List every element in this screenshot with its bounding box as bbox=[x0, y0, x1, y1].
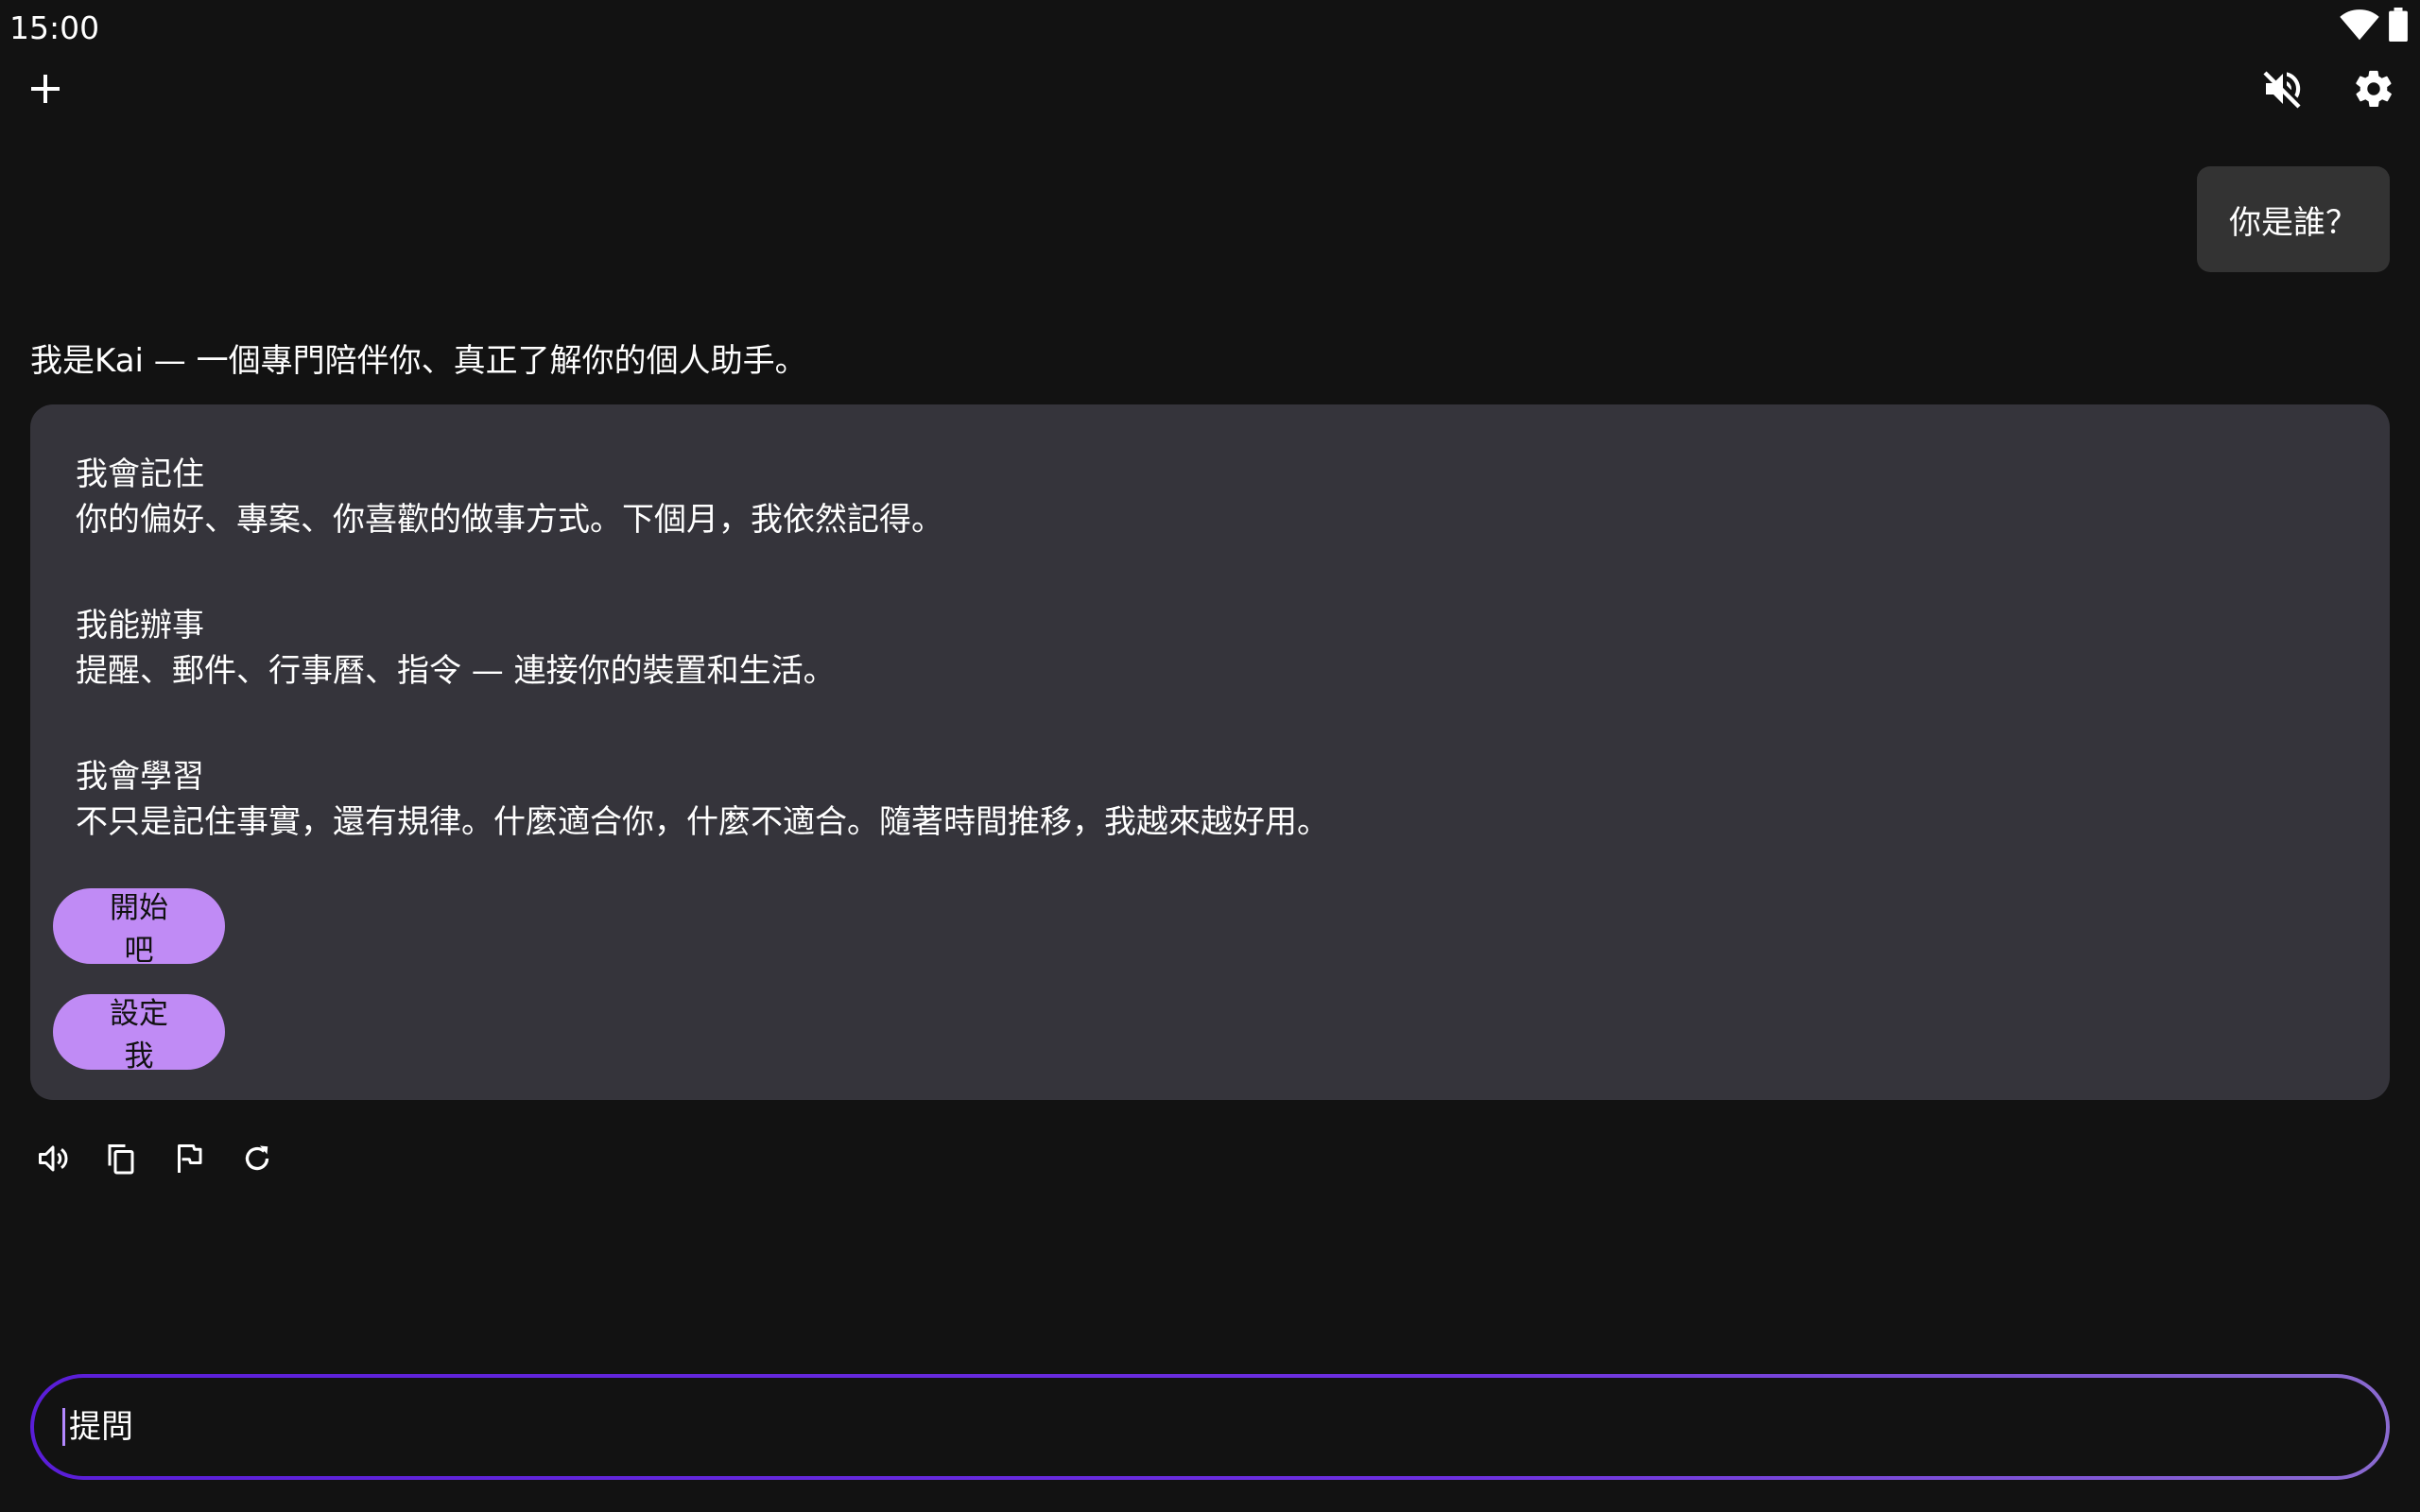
user-message-text: 你是誰？ bbox=[2229, 203, 2358, 242]
section-body: 你的偏好、專案、你喜歡的做事方式。下個月，我依然記得。 bbox=[76, 501, 943, 539]
gear-icon bbox=[2352, 67, 2395, 114]
set-me-up-button[interactable]: 設定我 bbox=[53, 994, 225, 1074]
user-message-bubble: 你是誰？ bbox=[2197, 166, 2390, 272]
section-body: 不只是記住事實，還有規律。什麼適合你，什麼不適合。隨著時間推移，我越來越好用。 bbox=[76, 803, 1329, 841]
section-heading: 我能辦事 bbox=[76, 607, 204, 644]
status-icons bbox=[2339, 8, 2409, 45]
assistant-card: 我會記住 你的偏好、專案、你喜歡的做事方式。下個月，我依然記得。 我能辦事 提醒… bbox=[30, 404, 2390, 1100]
composer-inner bbox=[34, 1377, 2386, 1477]
section-heading: 我會記住 bbox=[76, 455, 204, 493]
refresh-icon bbox=[240, 1142, 274, 1179]
card-section-act: 我能辦事 提醒、郵件、行事曆、指令 — 連接你的裝置和生活。 bbox=[76, 603, 836, 694]
flag-icon bbox=[172, 1142, 206, 1179]
composer bbox=[30, 1374, 2390, 1480]
report-button[interactable] bbox=[163, 1134, 216, 1187]
copy-button[interactable] bbox=[95, 1134, 147, 1187]
assistant-intro-text: 我是Kai — 一個專門陪伴你、真正了解你的個人助手。 bbox=[30, 342, 807, 380]
plus-icon bbox=[26, 70, 64, 112]
status-bar: 15:00 bbox=[0, 0, 2420, 57]
new-chat-button[interactable] bbox=[12, 58, 78, 124]
message-actions bbox=[26, 1134, 284, 1187]
card-section-learn: 我會學習 不只是記住事實，還有規律。什麼適合你，什麼不適合。隨著時間推移，我越來… bbox=[76, 754, 1329, 845]
settings-button[interactable] bbox=[2341, 58, 2407, 124]
wifi-icon bbox=[2339, 8, 2380, 45]
card-section-remember: 我會記住 你的偏好、專案、你喜歡的做事方式。下個月，我依然記得。 bbox=[76, 452, 943, 542]
speaker-icon bbox=[36, 1142, 70, 1179]
mute-button[interactable] bbox=[2250, 58, 2316, 124]
regenerate-button[interactable] bbox=[231, 1134, 284, 1187]
section-heading: 我會學習 bbox=[76, 758, 204, 796]
volume-off-icon bbox=[2260, 66, 2306, 115]
section-body: 提醒、郵件、行事曆、指令 — 連接你的裝置和生活。 bbox=[76, 652, 836, 690]
read-aloud-button[interactable] bbox=[26, 1134, 79, 1187]
ask-input[interactable] bbox=[66, 1377, 2386, 1477]
text-caret bbox=[62, 1408, 65, 1446]
copy-icon bbox=[104, 1142, 138, 1179]
battery-icon bbox=[2388, 8, 2409, 45]
get-started-button[interactable]: 開始吧 bbox=[53, 888, 225, 968]
status-time: 15:00 bbox=[9, 9, 100, 46]
